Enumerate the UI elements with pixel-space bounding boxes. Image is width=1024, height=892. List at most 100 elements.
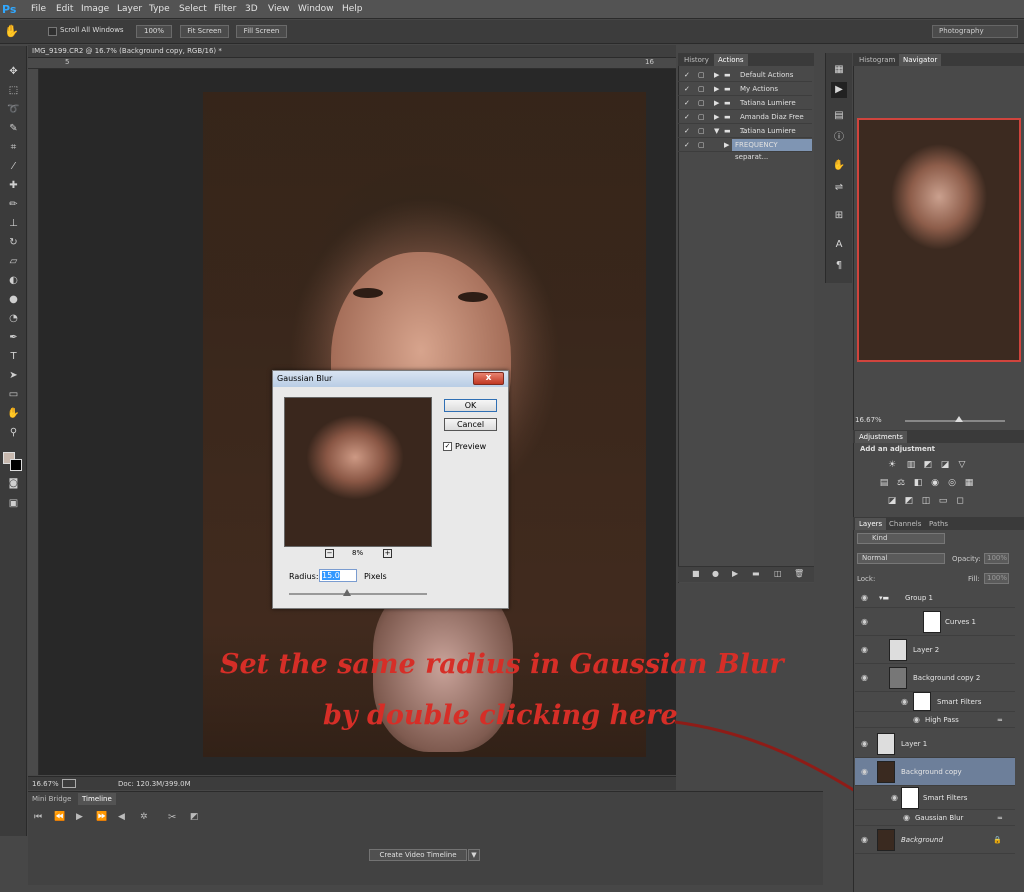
move-tool-icon[interactable]: ✥ [4, 64, 23, 80]
pen-tool-icon[interactable]: ✒ [4, 330, 23, 346]
tab-adjustments[interactable]: Adjustments [855, 431, 907, 443]
visibility-eye-icon[interactable]: ◉ [861, 664, 871, 692]
filter-options-icon[interactable]: ≂ [997, 712, 1003, 728]
filter-row-gaussian-blur[interactable]: ◉ Gaussian Blur ≂ [855, 810, 1015, 826]
toggle-dialog-icon[interactable]: ▢ [698, 68, 705, 82]
visibility-eye-icon[interactable]: ◉ [861, 588, 871, 608]
check-icon[interactable]: ✓ [684, 124, 690, 138]
hand-tool-icon[interactable]: ✋ [4, 24, 22, 40]
zoom-readout[interactable]: 16.67% [32, 777, 59, 791]
stop-icon[interactable]: ■ [692, 569, 700, 578]
invert-icon[interactable]: ◪ [886, 496, 898, 507]
tab-actions[interactable]: Actions [714, 54, 748, 66]
transition-icon[interactable]: ◩ [190, 812, 199, 822]
tab-layers[interactable]: Layers [855, 518, 887, 530]
check-icon[interactable]: ✓ [684, 138, 690, 152]
new-set-icon[interactable]: ▬ [752, 569, 760, 578]
tab-histogram[interactable]: Histogram [855, 54, 899, 66]
visibility-eye-icon[interactable]: ◉ [903, 810, 913, 826]
check-icon[interactable]: ✓ [684, 68, 690, 82]
toggle-dialog-icon[interactable]: ▢ [698, 110, 705, 124]
levels-icon[interactable]: ▥ [905, 460, 917, 471]
path-select-tool-icon[interactable]: ➤ [4, 368, 23, 384]
action-set-row[interactable]: ✓ ▢ ▶ ▬ My Actions [678, 82, 812, 96]
create-timeline-dropdown-icon[interactable]: ▼ [468, 849, 480, 861]
check-icon[interactable]: ✓ [684, 82, 690, 96]
color-panel-icon[interactable]: ▦ [831, 62, 847, 78]
visibility-eye-icon[interactable]: ◉ [861, 758, 871, 786]
toggle-dialog-icon[interactable]: ▢ [698, 124, 705, 138]
tab-history[interactable]: History [680, 54, 713, 66]
navigator-zoom[interactable]: 16.67% [855, 416, 882, 424]
menu-layer[interactable]: Layer [117, 0, 142, 19]
posterize-icon[interactable]: ◩ [903, 496, 915, 507]
zoom-slider-handle[interactable] [955, 416, 963, 422]
smart-filter-mask-thumb[interactable] [901, 787, 919, 809]
filter-preview-image[interactable] [284, 397, 432, 547]
tab-mini-bridge[interactable]: Mini Bridge [28, 793, 75, 805]
menu-window[interactable]: Window [298, 0, 334, 19]
create-video-timeline-button[interactable]: Create Video Timeline [369, 849, 467, 861]
layer-row-layer2[interactable]: ◉ Layer 2 [855, 636, 1015, 664]
layer-thumb[interactable] [889, 667, 907, 689]
zoom-100-button[interactable]: 100% [136, 25, 172, 38]
toggle-dialog-icon[interactable]: ▢ [698, 82, 705, 96]
visibility-eye-icon[interactable]: ◉ [861, 636, 871, 664]
play-icon[interactable]: ▶ [76, 812, 83, 822]
fill-input[interactable]: 100% [984, 573, 1009, 584]
tab-navigator[interactable]: Navigator [899, 54, 942, 66]
color-lookup-icon[interactable]: ▦ [963, 478, 975, 489]
layer-row-layer1[interactable]: ◉ Layer 1 [855, 730, 1015, 758]
play-icon[interactable]: ▶ [732, 569, 738, 578]
tab-timeline[interactable]: Timeline [78, 793, 116, 805]
crop-tool-icon[interactable]: ⌗ [4, 140, 23, 156]
type-tool-icon[interactable]: T [4, 349, 23, 365]
radius-input[interactable]: 15.0 [319, 569, 357, 582]
next-frame-icon[interactable]: ⏩ [96, 812, 107, 822]
ok-button[interactable]: OK [444, 399, 497, 412]
layer-filter-kind[interactable]: Kind [857, 533, 945, 544]
hue-sat-icon[interactable]: ▤ [878, 478, 890, 489]
visibility-eye-icon[interactable]: ◉ [861, 730, 871, 758]
dodge-tool-icon[interactable]: ◔ [4, 311, 23, 327]
layer-row-background-copy[interactable]: ◉ Background copy [855, 758, 1015, 786]
fit-screen-button[interactable]: Fit Screen [180, 25, 229, 38]
document-tab[interactable]: IMG_9199.CR2 @ 16.7% (Background copy, R… [28, 45, 676, 58]
menu-view[interactable]: View [268, 0, 289, 19]
visibility-eye-icon[interactable]: ◉ [901, 692, 911, 712]
threshold-icon[interactable]: ◫ [920, 496, 932, 507]
blend-mode-select[interactable]: Normal [857, 553, 945, 564]
brush-panel-icon[interactable]: ✋ [831, 158, 847, 174]
lasso-tool-icon[interactable]: ➰ [4, 102, 23, 118]
cancel-button[interactable]: Cancel [444, 418, 497, 431]
menu-file[interactable]: File [31, 0, 46, 19]
status-icon[interactable] [62, 779, 76, 788]
trash-icon[interactable]: 🗑 [794, 569, 804, 578]
blur-tool-icon[interactable]: ● [4, 292, 23, 308]
navigator-preview[interactable] [857, 118, 1021, 362]
expand-icon[interactable]: ▶ [724, 138, 729, 152]
layer-row-background[interactable]: ◉ Background 🔒 [855, 826, 1015, 854]
smart-filters-row[interactable]: ◉ Smart Filters [855, 786, 1015, 810]
visibility-eye-icon[interactable]: ◉ [861, 826, 871, 854]
fill-screen-button[interactable]: Fill Screen [236, 25, 287, 38]
vibrance-icon[interactable]: ▽ [956, 460, 968, 471]
split-icon[interactable]: ✂ [168, 812, 176, 823]
clone-source-icon[interactable]: ⊞ [831, 208, 847, 224]
eyedropper-tool-icon[interactable]: ⁄ [4, 159, 23, 175]
radius-slider[interactable] [289, 593, 427, 595]
action-set-row[interactable]: ✓ ▢ ▶ ▬ Tatiana Lumiere [678, 96, 812, 110]
settings-icon[interactable]: ✲ [140, 812, 148, 822]
filter-options-icon[interactable]: ≂ [997, 810, 1003, 826]
check-icon[interactable]: ✓ [684, 110, 690, 124]
selective-color-icon[interactable]: ◻ [954, 496, 966, 507]
stamp-tool-icon[interactable]: ⊥ [4, 216, 23, 232]
menu-type[interactable]: Type [149, 0, 170, 19]
paragraph-panel-icon[interactable]: ¶ [831, 258, 847, 274]
filter-row-high-pass[interactable]: ◉ High Pass ≂ [855, 712, 1015, 728]
layer-row-background-copy-2[interactable]: ◉ Background copy 2 [855, 664, 1015, 692]
menu-help[interactable]: Help [342, 0, 363, 19]
info-panel-icon[interactable]: ⓘ [831, 130, 847, 146]
tab-channels[interactable]: Channels [885, 518, 925, 530]
black-white-icon[interactable]: ◧ [912, 478, 924, 489]
